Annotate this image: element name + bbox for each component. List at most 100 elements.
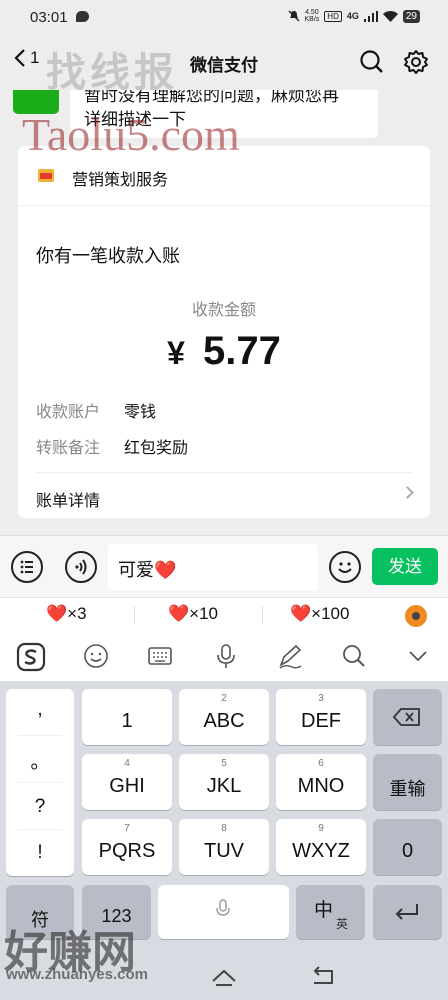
lang-main-label: 中	[314, 900, 334, 921]
key-jkl[interactable]: 5 JKL	[179, 754, 269, 810]
divider	[18, 829, 62, 830]
keyboard-mascot-icon[interactable]	[405, 605, 427, 627]
amount-number: 5.77	[202, 329, 281, 373]
service-name: 营销策划服务	[72, 172, 169, 189]
amount-value: ¥5.77	[18, 329, 430, 374]
hd-badge: HD	[324, 10, 342, 22]
keyboard-toolbar	[0, 631, 448, 681]
smiley-icon	[338, 562, 352, 573]
back-nav-icon[interactable]	[310, 965, 336, 987]
symbol-column[interactable]: , 。 ? !	[6, 689, 74, 876]
bill-details-label: 账单详情	[36, 493, 101, 510]
lang-sub-label: 英	[336, 917, 349, 931]
memo-row: 转账备注 红包奖励	[36, 434, 188, 458]
suggestion-count: ×3	[67, 604, 87, 623]
key-number: 3	[318, 693, 324, 704]
key-label: 1	[121, 710, 133, 732]
payment-notification-card[interactable]: 营销策划服务 你有一笔收款入账 收款金额 ¥5.77 收款账户 零钱 转账备注 红包…	[18, 146, 430, 518]
chat-input-bar: 可爱❤️ 发送	[0, 535, 448, 597]
search-icon[interactable]	[358, 48, 386, 76]
status-indicators: 4.50 KB/s HD 4G 29	[288, 9, 420, 23]
key-label: PQRS	[98, 840, 156, 862]
microphone-icon[interactable]	[212, 642, 240, 670]
amount-label: 收款金额	[191, 302, 256, 319]
voice-button[interactable]	[65, 551, 97, 583]
key-mno[interactable]: 6 MNO	[276, 754, 366, 810]
currency-symbol: ¥	[167, 335, 185, 371]
key-pqrs[interactable]: 7 PQRS	[82, 819, 172, 875]
backspace-key[interactable]	[373, 689, 442, 745]
network-speed-value: 4.50	[305, 9, 319, 16]
key-abc[interactable]: 2 ABC	[179, 689, 269, 745]
home-icon[interactable]	[211, 967, 237, 989]
mute-icon	[288, 10, 299, 22]
keyboard-search-icon[interactable]	[340, 642, 368, 670]
symbol-question[interactable]: ?	[6, 796, 74, 818]
key-1[interactable]: 1	[82, 689, 172, 745]
enter-key[interactable]	[373, 885, 442, 939]
handwriting-pen-icon[interactable]	[276, 642, 304, 670]
key-number: 8	[221, 823, 227, 834]
key-number: 4	[124, 758, 130, 769]
key-number: 2	[221, 693, 227, 704]
suggestion-hearts-100[interactable]: ❤️×100	[290, 604, 349, 624]
key-label: TUV	[204, 840, 244, 862]
key-def[interactable]: 3 DEF	[276, 689, 366, 745]
emoji-face-icon[interactable]	[82, 642, 110, 670]
key-label: 重输	[389, 779, 426, 799]
settings-gear-icon[interactable]	[402, 48, 430, 76]
divider	[262, 606, 263, 624]
heart-emoji: ❤️	[168, 604, 190, 623]
key-tuv[interactable]: 8 TUV	[179, 819, 269, 875]
keyboard-icon[interactable]	[146, 642, 174, 670]
key-label: 0	[401, 840, 414, 862]
sogou-logo-icon[interactable]	[16, 642, 46, 672]
backspace-icon	[393, 708, 420, 726]
memo-value: 红包奖励	[124, 440, 189, 457]
list-icon	[20, 560, 33, 574]
signal-icon	[363, 10, 378, 22]
enter-icon	[395, 904, 418, 920]
key-number: 6	[318, 758, 324, 769]
suggestion-count: ×100	[311, 604, 350, 623]
menu-list-button[interactable]	[11, 551, 43, 583]
suggestion-count: ×10	[189, 604, 219, 623]
message-notification-icon	[76, 11, 89, 22]
divider	[134, 606, 135, 624]
divider	[18, 782, 62, 783]
reenter-key[interactable]: 重输	[373, 754, 442, 810]
space-key[interactable]	[158, 885, 289, 939]
battery-level: 29	[402, 9, 420, 23]
network-speed-unit: KB/s	[304, 16, 320, 23]
account-row: 收款账户 零钱	[36, 398, 156, 422]
key-zero[interactable]: 0	[373, 819, 442, 875]
bill-details-link[interactable]: 账单详情	[36, 472, 414, 511]
suggestion-hearts-3[interactable]: ❤️×3	[46, 604, 87, 624]
message-input[interactable]: 可爱❤️	[108, 544, 318, 590]
key-label: MNO	[297, 775, 345, 797]
symbol-period[interactable]: 。	[6, 747, 74, 774]
watermark-top: 找线报	[46, 51, 178, 95]
heart-emoji: ❤️	[46, 604, 68, 623]
status-time: 03:01	[30, 9, 68, 26]
collapse-keyboard-icon[interactable]	[404, 642, 432, 670]
red-packet-icon	[38, 169, 54, 182]
symbol-exclamation[interactable]: !	[6, 842, 74, 864]
divider	[18, 735, 62, 736]
watermark-bottom-url: www.zhuanyes.com	[6, 966, 148, 983]
account-value: 零钱	[124, 404, 157, 421]
symbol-comma[interactable]: ,	[6, 699, 74, 721]
send-button[interactable]: 发送	[372, 548, 438, 585]
key-wxyz[interactable]: 9 WXYZ	[276, 819, 366, 875]
language-switch-key[interactable]: 中 英	[296, 885, 365, 939]
key-label: GHI	[109, 775, 145, 797]
key-label: ABC	[203, 710, 245, 732]
account-key: 收款账户	[36, 404, 101, 421]
suggestion-hearts-10[interactable]: ❤️×10	[168, 604, 218, 624]
emoji-button[interactable]	[329, 551, 361, 583]
status-bar: 03:01 4.50 KB/s HD 4G 29	[0, 0, 448, 34]
suggestion-bar: ❤️×3 ❤️×10 ❤️×100	[0, 597, 448, 631]
key-ghi[interactable]: 4 GHI	[82, 754, 172, 810]
key-label: JKL	[206, 775, 242, 797]
key-number: 7	[124, 823, 130, 834]
